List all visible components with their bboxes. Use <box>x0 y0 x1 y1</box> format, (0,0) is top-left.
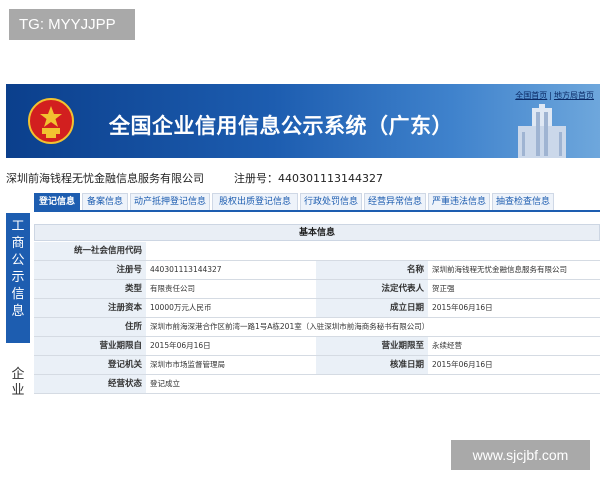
table-row: 经营状态 登记成立 <box>34 375 600 394</box>
company-name: 深圳前海钱程无忧金融信息服务有限公司 <box>6 172 204 185</box>
header-banner: 全国企业信用信息公示系统（广东） 全国首页 | 地方局首页 <box>6 84 600 158</box>
op-to-label: 营业期限至 <box>316 337 428 355</box>
sidebar-char: 企 <box>11 367 25 382</box>
national-emblem-icon <box>28 98 74 144</box>
tab-serious-violation[interactable]: 严重违法信息 <box>428 193 490 210</box>
sidebar-char: 商 <box>11 236 25 251</box>
link-local-home[interactable]: 地方局首页 <box>554 91 594 100</box>
basic-info-panel: 基本信息 统一社会信用代码 注册号 440301113144327 名称 深圳前… <box>34 224 600 394</box>
registration-number: 注册号：440301113144327 <box>234 172 383 185</box>
sidebar-char: 示 <box>11 270 25 285</box>
top-links: 全国首页 | 地方局首页 <box>515 90 594 101</box>
est-date-value: 2015年06月16日 <box>432 303 493 312</box>
sidebar-char: 业 <box>11 383 25 398</box>
tab-bar: 登记信息 备案信息 动产抵押登记信息 股权出质登记信息 行政处罚信息 经营异常信… <box>34 193 600 212</box>
authority-label: 登记机关 <box>34 356 146 374</box>
reg-no-value: 440301113144327 <box>150 265 222 274</box>
building-icon <box>518 104 566 158</box>
type-value: 有限责任公司 <box>150 284 195 293</box>
type-label: 类型 <box>34 280 146 298</box>
company-info-bar: 深圳前海钱程无忧金融信息服务有限公司 注册号：440301113144327 <box>6 170 600 186</box>
table-row: 营业期限自 2015年06月16日 营业期限至 永续经营 <box>34 337 600 356</box>
tab-spot-check[interactable]: 抽查检查信息 <box>492 193 554 210</box>
link-national-home[interactable]: 全国首页 <box>515 91 547 100</box>
sidebar-char: 公 <box>11 253 25 268</box>
name-value: 深圳前海钱程无忧金融信息服务有限公司 <box>432 265 567 274</box>
op-from-label: 营业期限自 <box>34 337 146 355</box>
watermark-top: TG: MYYJJPP <box>9 9 135 40</box>
credit-code-value <box>146 242 600 260</box>
site-title: 全国企业信用信息公示系统（广东） <box>109 114 453 138</box>
tab-filing-info[interactable]: 备案信息 <box>82 193 128 210</box>
status-value: 登记成立 <box>150 379 180 388</box>
legal-rep-label: 法定代表人 <box>316 280 428 298</box>
op-from-value: 2015年06月16日 <box>150 341 211 350</box>
tab-chattel-mortgage[interactable]: 动产抵押登记信息 <box>130 193 210 210</box>
tab-equity-pledge[interactable]: 股权出质登记信息 <box>212 193 298 210</box>
sidebar-char: 信 <box>11 287 25 302</box>
sidebar-char: 息 <box>11 304 25 319</box>
table-row: 注册号 440301113144327 名称 深圳前海钱程无忧金融信息服务有限公… <box>34 261 600 280</box>
sidebar-enterprise-info[interactable]: 企 业 <box>6 367 30 407</box>
legal-rep-value: 贺正强 <box>432 284 455 293</box>
address-label: 住所 <box>34 318 146 336</box>
approval-date-label: 核准日期 <box>316 356 428 374</box>
table-row: 类型 有限责任公司 法定代表人 贺正强 <box>34 280 600 299</box>
capital-label: 注册资本 <box>34 299 146 317</box>
table-row: 住所 深圳市前海深港合作区前湾一路1号A栋201室（入驻深圳市前海商务秘书有限公… <box>34 318 600 337</box>
est-date-label: 成立日期 <box>316 299 428 317</box>
status-label: 经营状态 <box>34 375 146 393</box>
table-row: 注册资本 10000万元人民币 成立日期 2015年06月16日 <box>34 299 600 318</box>
sidebar-public-info[interactable]: 工 商 公 示 信 息 <box>6 213 30 343</box>
authority-value: 深圳市市场监督管理局 <box>150 360 225 369</box>
table-row: 登记机关 深圳市市场监督管理局 核准日期 2015年06月16日 <box>34 356 600 375</box>
approval-date-value: 2015年06月16日 <box>432 360 493 369</box>
tab-registration-info[interactable]: 登记信息 <box>34 193 80 210</box>
reg-no-label: 注册号 <box>34 261 146 279</box>
link-separator: | <box>549 91 552 100</box>
tab-admin-penalty[interactable]: 行政处罚信息 <box>300 193 362 210</box>
address-value: 深圳市前海深港合作区前湾一路1号A栋201室（入驻深圳市前海商务秘书有限公司） <box>150 322 430 331</box>
name-label: 名称 <box>316 261 428 279</box>
panel-title: 基本信息 <box>34 224 600 241</box>
table-row: 统一社会信用代码 <box>34 242 600 261</box>
capital-value: 10000万元人民币 <box>150 303 212 312</box>
credit-code-label: 统一社会信用代码 <box>34 242 146 260</box>
watermark-bottom: www.sjcjbf.com <box>451 440 590 470</box>
tab-abnormal-operation[interactable]: 经营异常信息 <box>364 193 426 210</box>
sidebar-char: 工 <box>11 219 25 234</box>
op-to-value: 永续经营 <box>432 341 462 350</box>
